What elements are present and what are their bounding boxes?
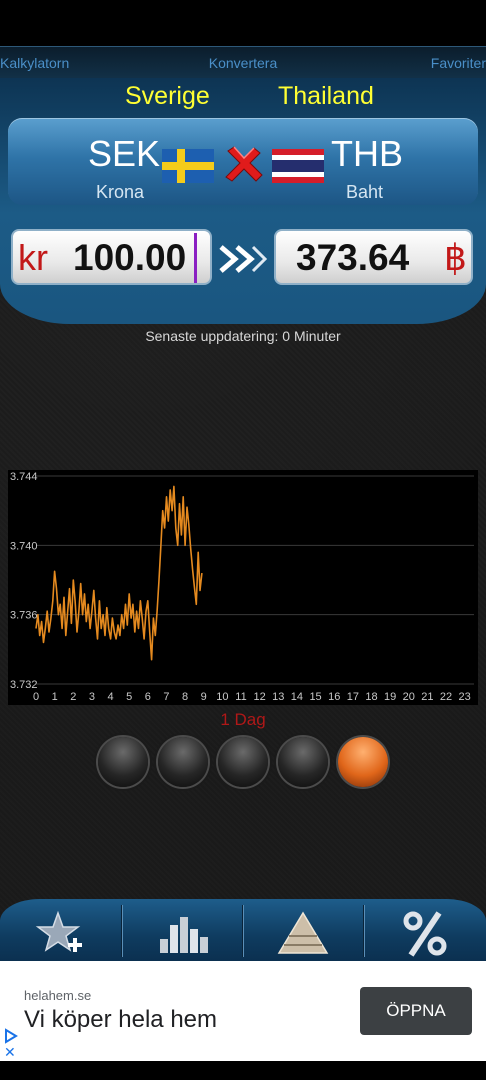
bar-chart-icon (160, 917, 208, 953)
navigation-bar (0, 1061, 486, 1080)
x-tick-label: 7 (163, 691, 169, 703)
x-tick-label: 13 (272, 691, 284, 703)
x-tick-label: 3 (89, 691, 95, 703)
from-currency-name: Krona (96, 182, 145, 202)
status-bar (0, 0, 486, 46)
x-tick-label: 6 (145, 691, 151, 703)
ad-domain: helahem.se (24, 988, 92, 1003)
x-tick-label: 1 (52, 691, 58, 703)
swap-currencies-icon[interactable] (222, 145, 264, 185)
y-tick-label: 3.732 (10, 679, 38, 691)
double-chevron-right-icon (219, 245, 267, 273)
chart-button[interactable] (122, 899, 243, 961)
x-tick-label: 4 (107, 691, 113, 703)
thailand-flag-icon[interactable] (272, 149, 324, 183)
from-country-label[interactable]: Sverige (125, 82, 210, 111)
ad-open-button[interactable]: ÖPPNA (360, 987, 472, 1035)
x-tick-label: 17 (347, 691, 359, 703)
tab-favoriter[interactable]: Favoriter (431, 55, 486, 71)
bottom-toolbar (0, 899, 486, 961)
percent-button[interactable] (365, 899, 486, 961)
x-tick-label: 10 (216, 691, 228, 703)
to-country-label[interactable]: Thailand (278, 82, 374, 111)
x-tick-label: 2 (70, 691, 76, 703)
tab-konvertera[interactable]: Konvertera (0, 55, 486, 71)
add-favorite-button[interactable] (0, 899, 121, 961)
period-selector (96, 737, 390, 791)
x-tick-label: 12 (254, 691, 266, 703)
to-currency-symbol: ฿ (444, 237, 467, 278)
x-tick-label: 23 (459, 691, 471, 703)
pyramid-button[interactable] (243, 899, 364, 961)
from-currency-code[interactable]: SEK (88, 133, 160, 175)
y-tick-label: 3.744 (10, 471, 38, 483)
chart-background (8, 470, 478, 705)
period-button-2[interactable] (158, 737, 208, 787)
ad-headline[interactable]: Vi köper hela hem (24, 1006, 217, 1034)
percent-icon (403, 911, 447, 957)
pyramid-icon (277, 911, 329, 954)
to-amount-value: 373.64 (296, 237, 410, 278)
x-tick-label: 8 (182, 691, 188, 703)
to-currency-code[interactable]: THB (331, 133, 403, 175)
x-tick-label: 14 (291, 691, 303, 703)
x-tick-label: 22 (440, 691, 452, 703)
from-currency-symbol: kr (18, 237, 48, 278)
period-button-5[interactable] (338, 737, 388, 787)
period-button-3[interactable] (218, 737, 268, 787)
x-tick-label: 20 (403, 691, 415, 703)
rate-chart: 3.7443.7403.7363.7320 1 2 3 4 5 6 7 8 9 10 11 12 13 14… (8, 470, 478, 705)
y-tick-label: 3.740 (10, 540, 38, 552)
from-amount-input[interactable]: 100.00 (73, 237, 186, 279)
x-tick-label: 9 (201, 691, 207, 703)
period-button-4[interactable] (278, 737, 328, 787)
x-tick-label: 21 (421, 691, 433, 703)
x-tick-label: 0 (33, 691, 39, 703)
period-button-1[interactable] (98, 737, 148, 787)
y-tick-label: 3.736 (10, 610, 38, 622)
x-tick-label: 11 (235, 691, 246, 703)
star-plus-icon (35, 910, 82, 952)
x-tick-label: 5 (126, 691, 132, 703)
ad-close-icon[interactable]: ✕ (4, 1044, 16, 1061)
period-label: 1 Dag (220, 710, 266, 729)
last-update-text: Senaste uppdatering: 0 Minuter (145, 328, 341, 344)
x-tick-label: 15 (309, 691, 321, 703)
sweden-flag-icon[interactable] (162, 149, 214, 183)
ad-choices-icon[interactable] (4, 1028, 18, 1044)
to-currency-name: Baht (346, 182, 384, 202)
top-tab-bar: Kalkylatorn Konvertera Favoriter (0, 46, 486, 79)
text-cursor (194, 233, 197, 283)
x-tick-label: 19 (384, 691, 396, 703)
x-tick-label: 16 (328, 691, 340, 703)
x-tick-label: 18 (365, 691, 377, 703)
